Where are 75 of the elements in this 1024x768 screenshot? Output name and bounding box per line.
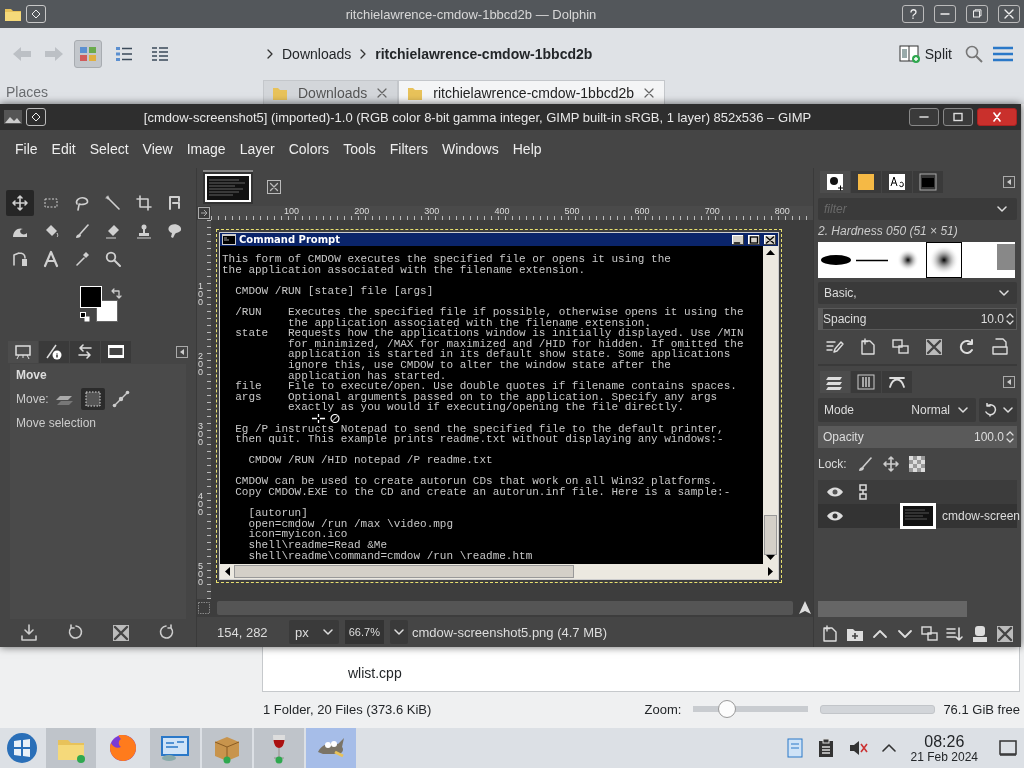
console-text-line: icon=myicon.ico <box>247 529 348 541</box>
console-text-line: the application associated with the filename extension. <box>287 317 652 329</box>
menu-item[interactable]: Filters <box>382 141 435 157</box>
console-title: Command Prompt <box>239 234 341 245</box>
console-text-line: CMDOW /RUN /HID notepad /P readme.txt <box>247 455 494 466</box>
tab[interactable]: Downloads <box>263 80 399 104</box>
ruler-label: 800 <box>774 206 790 216</box>
opacity-slider[interactable]: Opacity 100.0 <box>818 426 1017 448</box>
preset-dropdown[interactable]: Basic, <box>818 282 1017 304</box>
menu-item[interactable]: View <box>135 141 180 157</box>
ruler-label: 400 <box>198 492 204 517</box>
mode-dropdown[interactable]: Mode Normal <box>818 398 976 422</box>
console-text-line: /RUN Executes the specified file if possible, otherwise opens it using the <box>234 306 745 318</box>
console-text-line: args Optional arguments passed on to the application. Specify any args <box>234 391 718 403</box>
console-text-line: shell\readme\command=cmdow /run \readme.htm <box>247 550 534 562</box>
console-text-line: open=cmdow /run /max \video.mpg <box>247 518 455 530</box>
pointer-coordinates: 154, 282 <box>217 624 269 640</box>
move-label: Move: <box>16 392 49 406</box>
menu-item[interactable]: File <box>8 141 45 157</box>
window-title: ritchielawrence-cmdow-1bbcd2b — Dolphin <box>344 6 598 22</box>
console-text-line: for minimized, /MAX for maximized and /HID for hidden. If omitted the <box>287 338 745 350</box>
unit-dropdown[interactable]: px <box>289 620 339 644</box>
console-text-line: ignore this, use CMDOW to alter the window state after the <box>287 359 671 371</box>
zoom-label: Zoom: <box>644 701 682 717</box>
ruler-label: 200 <box>198 352 204 377</box>
menu-item[interactable]: Select <box>82 141 136 157</box>
free-space-text: 76.1 GiB free <box>943 701 1020 717</box>
places-label: Places <box>5 84 50 100</box>
console-text-line: Copy CMDOW.EXE to the CD and create an autorun.inf file. Here is a sample:- <box>234 487 732 498</box>
console-text-line: application is started in its default show state. Some applications <box>287 349 732 360</box>
layer-row[interactable]: cmdow-screen <box>818 504 1017 528</box>
ruler-label: 100 <box>198 282 204 306</box>
console-text-line: the application associated with the filename extension. <box>222 264 587 276</box>
console-text-line: CMDOW /RUN [state] file [args] <box>234 285 435 297</box>
menu-item[interactable]: Windows <box>434 141 506 157</box>
console-text-line: application has started. <box>287 370 448 382</box>
menu-item[interactable]: Edit <box>44 141 83 157</box>
ruler-label: 600 <box>634 206 650 216</box>
ruler-label: 200 <box>354 206 370 216</box>
menu-item[interactable]: Tools <box>336 141 383 157</box>
window-title: [cmdow-screenshot5] (imported)-1.0 (RGB color 8-bit gamma integer, GIMP built-in sRGB, 1 layer) 852x536 – GIMP <box>142 109 813 125</box>
ruler-label: 400 <box>494 206 510 216</box>
status-text: 1 Folder, 20 Files (373.6 KiB) <box>263 701 432 717</box>
mode-description: Move selection <box>16 416 98 430</box>
menu-item[interactable]: Colors <box>281 141 337 157</box>
file-info: cmdow-screenshot5.png (4.7 MB) <box>411 624 608 640</box>
console-text-line: CMDOW can be used to create autorun CDs that work on all Win32 platforms. <box>234 476 718 488</box>
tab[interactable]: ritchielawrence-cmdow-1bbcd2b <box>398 80 666 104</box>
spacing-slider[interactable]: Spacing 10.0 <box>818 308 1017 330</box>
ruler-label: 500 <box>564 206 580 216</box>
breadcrumb-item[interactable]: ritchielawrence-cmdow-1bbcd2b <box>375 46 593 62</box>
panel-title: Move <box>16 368 48 382</box>
menu-item[interactable]: Image <box>179 141 233 157</box>
breadcrumb-item[interactable]: Downloads <box>282 46 352 62</box>
file-name[interactable]: wlist.cpp <box>348 665 402 681</box>
console-text-line: This form of CMDOW executes the specified file or opens it using the <box>222 254 672 265</box>
ruler-label: 500 <box>198 562 204 587</box>
menu-item[interactable]: Layer <box>232 141 282 157</box>
ruler-label: 700 <box>704 206 720 216</box>
console-text-line: Eg /P instructs Notepad to send the specified file to the default printer, <box>234 423 725 435</box>
zoom-field[interactable]: 66.7% <box>344 620 384 644</box>
clock[interactable]: 08:26 21 Feb 2024 <box>910 732 978 764</box>
console-text-line: state Requests how the applications window is initially displayed. Use /MIN <box>234 328 745 339</box>
brush-name: 2. Hardness 050 (51 × 51) <box>818 224 959 238</box>
ruler-label: 100 <box>284 206 300 216</box>
lock-label: Lock: <box>818 457 847 471</box>
console-text-line: file File to execute/open. Use double quotes if filename contains spaces. <box>234 381 738 392</box>
split-button[interactable]: Split <box>894 41 956 67</box>
console-text-line: [autorun] <box>247 508 308 519</box>
ruler-label: 300 <box>198 422 204 447</box>
menu-item[interactable]: Help <box>505 141 549 157</box>
console-text-line: exactly as you would if executing/opening the file directly. <box>287 402 686 413</box>
console-text-line: shell\readme=Read &Me <box>247 540 388 551</box>
console-text-line: then quit. This example prints readme.txt without displaying any windows:- <box>234 434 725 445</box>
ruler-label: 300 <box>424 206 440 216</box>
